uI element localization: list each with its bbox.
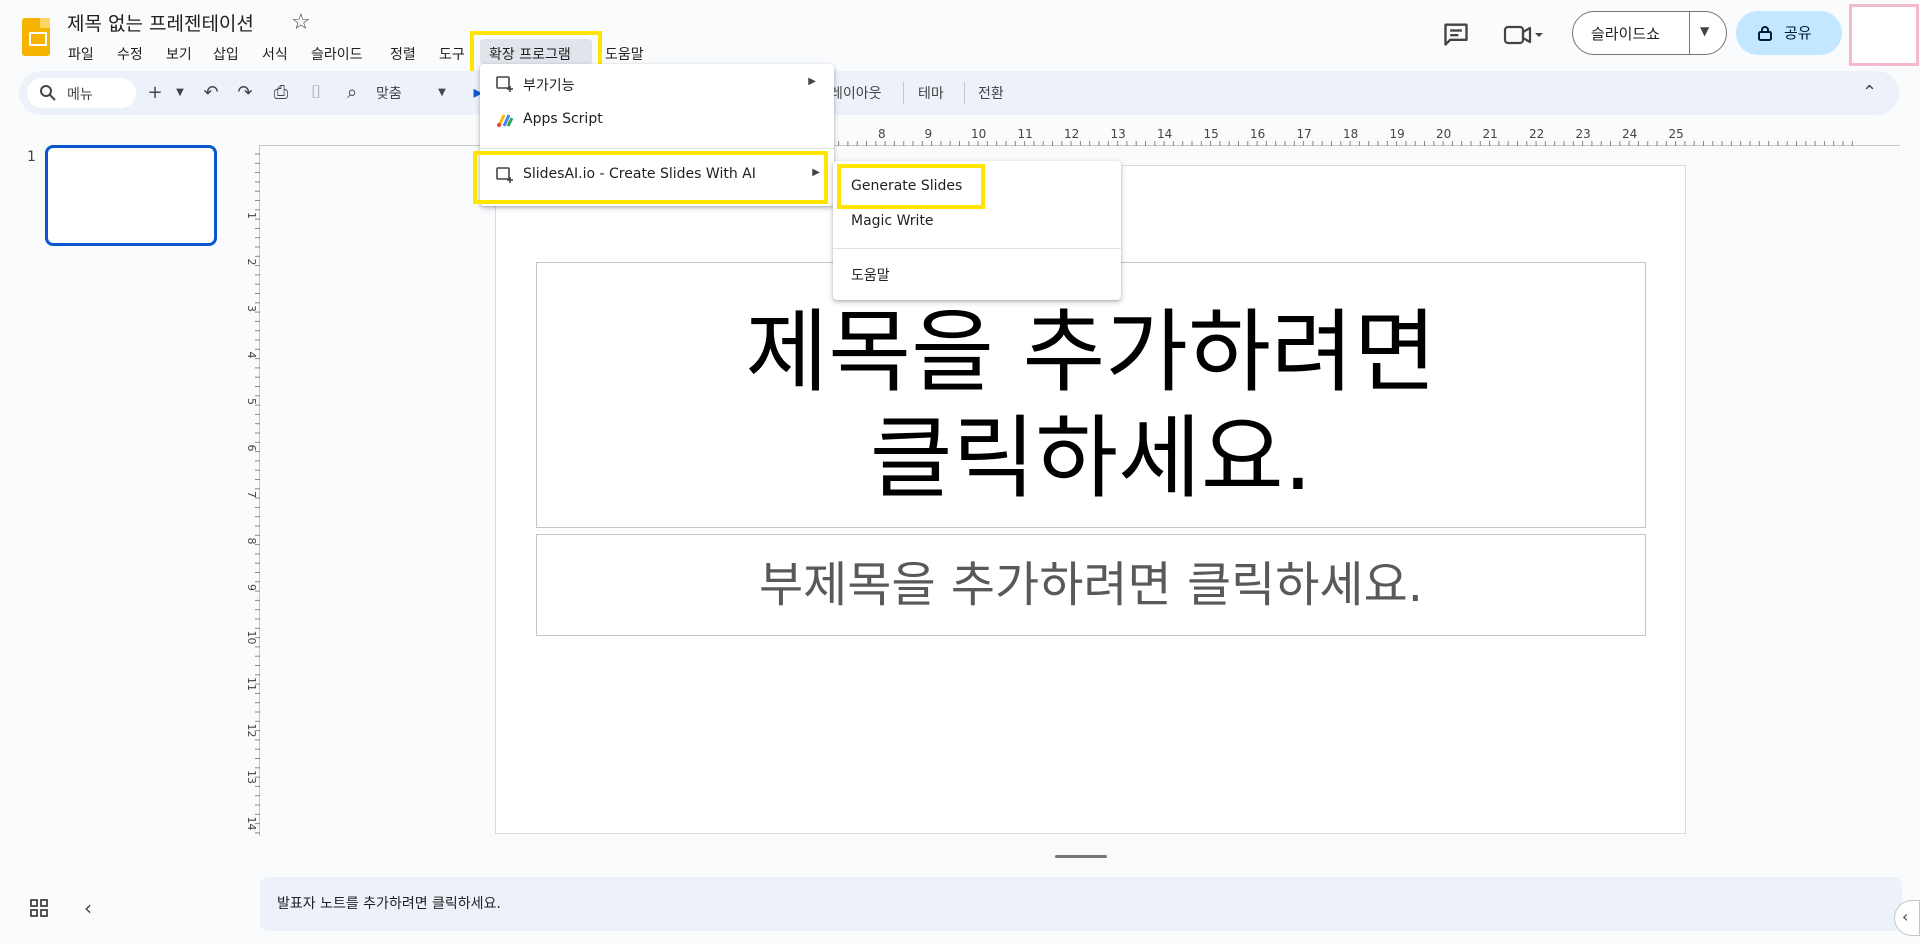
menu-item-addons[interactable]: 부가기능 ▶ bbox=[480, 67, 834, 101]
ruler-tick-label: 7 bbox=[245, 491, 258, 498]
slide-number: 1 bbox=[27, 149, 36, 165]
comment-icon[interactable] bbox=[1442, 20, 1470, 48]
theme-button[interactable]: 테마 bbox=[918, 83, 944, 103]
ruler-tick-label: 17 bbox=[1297, 127, 1312, 141]
side-panel-toggle[interactable]: ‹ bbox=[1894, 900, 1920, 936]
speaker-notes-placeholder: 발표자 노트를 추가하려면 클릭하세요. bbox=[277, 896, 501, 912]
ruler-tick-label: 22 bbox=[1529, 127, 1544, 141]
apps-script-icon bbox=[497, 114, 514, 127]
slide-thumbnail[interactable] bbox=[45, 145, 217, 246]
toolbar-separator bbox=[964, 82, 965, 104]
menu-divider bbox=[480, 148, 834, 149]
new-slide-plus-icon[interactable]: + bbox=[143, 81, 167, 105]
ruler-tick-label: 15 bbox=[1204, 127, 1219, 141]
slideshow-divider bbox=[1689, 12, 1690, 54]
slideshow-button[interactable]: 슬라이드쇼 ▼ bbox=[1572, 11, 1727, 55]
ruler-tick-label: 13 bbox=[1111, 127, 1126, 141]
ruler-tick-label: 1 bbox=[245, 212, 258, 219]
ruler-tick-label: 2 bbox=[245, 259, 258, 266]
ruler-tick-label: 25 bbox=[1669, 127, 1684, 141]
menu-extensions[interactable]: 확장 프로그램 bbox=[482, 42, 578, 66]
ruler-tick-label: 3 bbox=[245, 305, 258, 312]
chevron-down-icon[interactable]: ▼ bbox=[430, 81, 454, 105]
ruler-tick-label: 9 bbox=[245, 584, 258, 591]
search-placeholder: 메뉴 bbox=[67, 87, 93, 103]
ruler-tick-label: 8 bbox=[245, 538, 258, 545]
title-line-2: 클릭하세요. bbox=[869, 406, 1313, 511]
menu-arrange[interactable]: 정렬 bbox=[383, 42, 423, 66]
ruler-tick-label: 20 bbox=[1436, 127, 1451, 141]
chevron-left-icon[interactable]: ‹ bbox=[84, 896, 92, 920]
toolbar-separator bbox=[903, 82, 904, 104]
zoom-icon[interactable]: ⌕ bbox=[340, 81, 364, 105]
notes-resize-handle[interactable] bbox=[1055, 855, 1107, 858]
menu-edit[interactable]: 수정 bbox=[110, 42, 150, 66]
menu-item-apps-script[interactable]: Apps Script bbox=[480, 103, 834, 137]
ruler-tick-label: 11 bbox=[1018, 127, 1033, 141]
chevron-down-icon[interactable]: ▼ bbox=[168, 81, 192, 105]
subtitle-placeholder-text[interactable]: 부제목을 추가하려면 클릭하세요. bbox=[536, 545, 1646, 615]
ruler-tick-label: 23 bbox=[1576, 127, 1591, 141]
share-label: 공유 bbox=[1784, 24, 1812, 42]
document-title[interactable]: 제목 없는 프레젠테이션 bbox=[67, 9, 254, 36]
menu-slide[interactable]: 슬라이드 bbox=[304, 42, 370, 66]
slides-logo-icon[interactable] bbox=[22, 18, 50, 56]
menu-item-label: Apps Script bbox=[523, 111, 603, 127]
title-line-1: 제목을 추가하려면 bbox=[745, 300, 1437, 405]
chevron-up-icon[interactable]: ⌃ bbox=[1862, 82, 1877, 103]
meet-video-icon[interactable] bbox=[1503, 22, 1543, 48]
ruler-tick-label: 12 bbox=[1064, 127, 1079, 141]
toolbar bbox=[19, 71, 1899, 115]
paint-format-icon[interactable]: ⌷ bbox=[304, 81, 328, 105]
search-menus-input[interactable]: 메뉴 bbox=[27, 78, 136, 108]
menu-divider bbox=[833, 248, 1121, 249]
generate-slides-highlight bbox=[837, 164, 985, 209]
ruler-vertical[interactable]: 1234567891011121314 bbox=[236, 146, 260, 836]
layout-button[interactable]: 레이아웃 bbox=[830, 83, 882, 103]
menu-format[interactable]: 서식 bbox=[255, 42, 295, 66]
undo-icon[interactable]: ↶ bbox=[199, 81, 223, 105]
menu-tools[interactable]: 도구 bbox=[432, 42, 472, 66]
star-icon[interactable]: ☆ bbox=[291, 10, 311, 35]
ruler-tick-label: 19 bbox=[1390, 127, 1405, 141]
ruler-tick-label: 10 bbox=[971, 127, 986, 141]
account-avatar[interactable] bbox=[1849, 4, 1919, 66]
ruler-tick-label: 8 bbox=[878, 127, 886, 141]
addon-icon bbox=[496, 76, 513, 92]
redo-icon[interactable]: ↷ bbox=[233, 81, 257, 105]
transition-button[interactable]: 전환 bbox=[978, 83, 1004, 103]
ruler-tick-label: 5 bbox=[245, 398, 258, 405]
menu-insert[interactable]: 삽입 bbox=[206, 42, 246, 66]
menu-help[interactable]: 도움말 bbox=[598, 42, 651, 66]
ruler-tick-label: 21 bbox=[1483, 127, 1498, 141]
lock-icon bbox=[1758, 26, 1772, 41]
grid-view-icon[interactable] bbox=[30, 899, 48, 917]
ruler-tick-label: 9 bbox=[925, 127, 933, 141]
zoom-select[interactable]: 맞춤 bbox=[376, 83, 402, 103]
chevron-left-icon: ‹ bbox=[1902, 907, 1909, 926]
share-button[interactable]: 공유 bbox=[1736, 11, 1842, 55]
ruler-tick-label: 6 bbox=[245, 445, 258, 452]
submenu-arrow-icon: ▶ bbox=[808, 76, 816, 87]
ruler-tick-label: 4 bbox=[245, 352, 258, 359]
search-icon bbox=[40, 85, 56, 101]
menu-item-label: 부가기능 bbox=[523, 78, 575, 94]
speaker-notes-box[interactable]: 발표자 노트를 추가하려면 클릭하세요. bbox=[260, 877, 1902, 931]
slidesai-highlight bbox=[473, 151, 828, 204]
ruler-tick-label: 14 bbox=[1157, 127, 1172, 141]
ruler-tick-label: 18 bbox=[1343, 127, 1358, 141]
submenu-help[interactable]: 도움말 bbox=[851, 265, 890, 285]
submenu-magic-write[interactable]: Magic Write bbox=[851, 213, 934, 229]
menu-view[interactable]: 보기 bbox=[159, 42, 199, 66]
title-placeholder-text[interactable]: 제목을 추가하려면 클릭하세요. bbox=[536, 300, 1646, 512]
ruler-tick-label: 24 bbox=[1622, 127, 1637, 141]
menu-file[interactable]: 파일 bbox=[61, 42, 101, 66]
slideshow-label: 슬라이드쇼 bbox=[1591, 25, 1661, 43]
ruler-tick-label: 16 bbox=[1250, 127, 1265, 141]
chevron-down-icon[interactable]: ▼ bbox=[1700, 24, 1709, 38]
print-icon[interactable]: ⎙ bbox=[269, 81, 293, 105]
